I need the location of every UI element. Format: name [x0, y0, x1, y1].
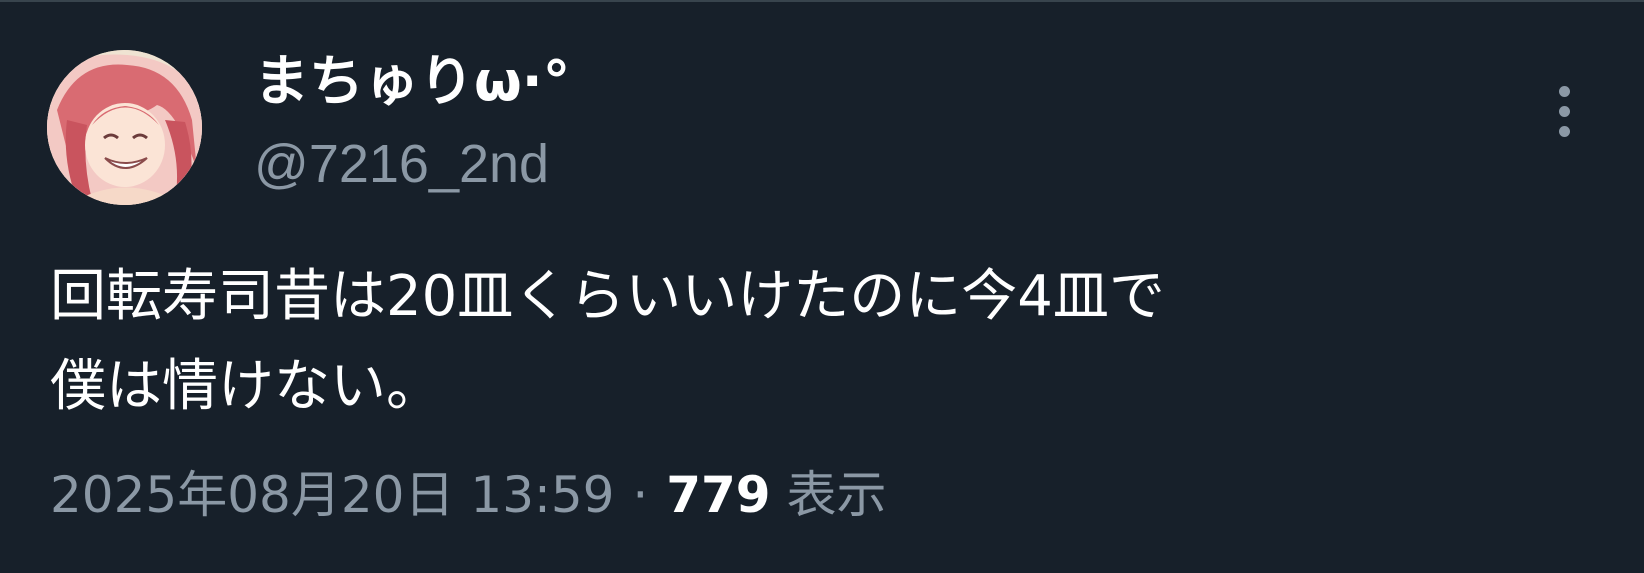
tweet-meta: 2025年08月20日 13:59 · 779 表示	[50, 466, 886, 525]
tweet-card: まちゅりω·° @7216_2nd 回転寿司昔は20皿くらいいけたのに今4皿で …	[0, 0, 1644, 573]
author-handle[interactable]: @7216_2nd	[254, 133, 549, 195]
tweet-timestamp[interactable]: 2025年08月20日 13:59	[50, 466, 614, 524]
views-count[interactable]: 779	[666, 466, 770, 524]
meta-separator: ·	[632, 466, 649, 524]
author-display-name[interactable]: まちゅりω·°	[254, 49, 570, 113]
more-vertical-icon	[1559, 86, 1570, 97]
author-avatar[interactable]	[47, 50, 202, 205]
more-vertical-icon-dot	[1559, 106, 1570, 117]
more-vertical-icon-dot	[1559, 126, 1570, 137]
views-label[interactable]: 表示	[786, 466, 886, 524]
more-options-button[interactable]	[1547, 82, 1583, 148]
avatar-image	[47, 50, 202, 205]
tweet-text: 回転寿司昔は20皿くらいいけたのに今4皿で 僕は情けない。	[50, 264, 1165, 419]
